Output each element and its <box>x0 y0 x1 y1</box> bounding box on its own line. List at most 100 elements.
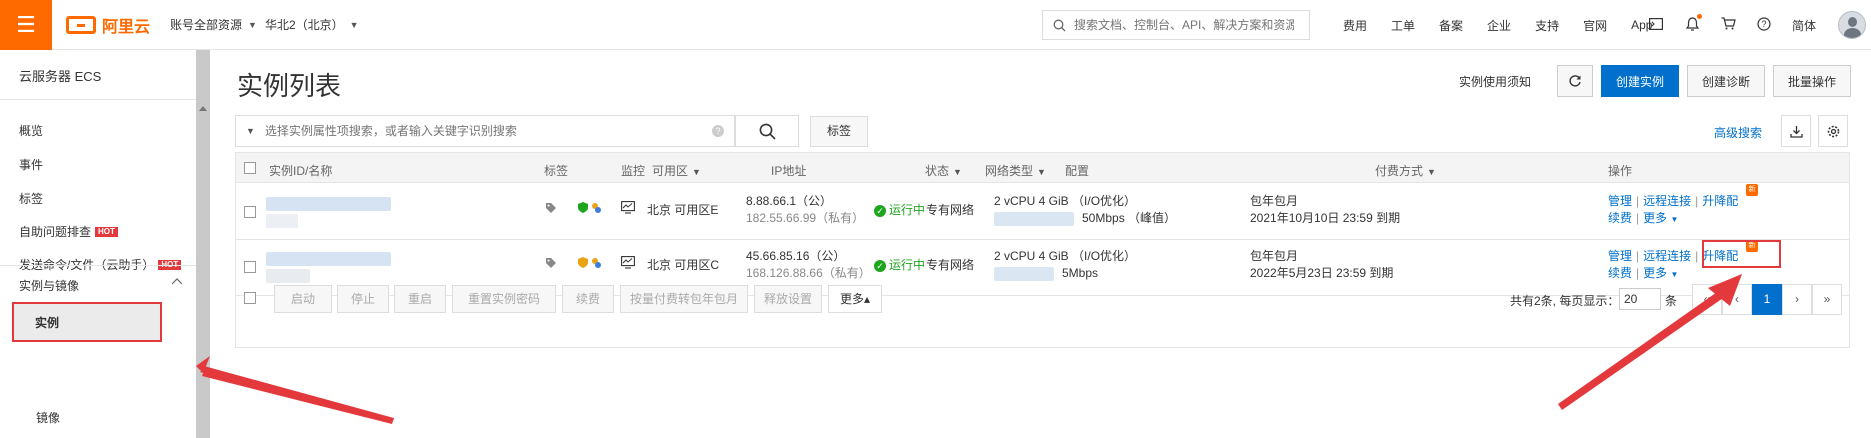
help-icon[interactable]: ? <box>1756 16 1772 34</box>
reset-password-button[interactable]: 重置实例密码 <box>452 285 556 313</box>
terminal-icon[interactable] <box>1648 17 1664 33</box>
expire-text: 2021年10月10日 23:59 到期 <box>1250 211 1401 225</box>
annotation-arrow-left-shaft <box>200 366 394 424</box>
region-select[interactable]: 华北2（北京） ▼ <box>265 16 359 33</box>
annotation-highlight-box <box>1702 240 1781 268</box>
redacted-block <box>266 213 298 228</box>
remote-connect-link[interactable]: 远程连接 <box>1643 249 1691 263</box>
sidebar-item-troubleshoot[interactable]: 自助问题排查 HOT <box>19 223 118 240</box>
check-circle-icon: ✓ <box>874 205 886 217</box>
row-actions-secondary: 续费 | 更多 ▼ <box>1608 210 1678 228</box>
sidebar-item-tags[interactable]: 标签 <box>19 190 43 207</box>
more-actions-button[interactable]: 更多▴ <box>828 285 882 313</box>
manage-link[interactable]: 管理 <box>1608 249 1632 263</box>
top-link-ticket[interactable]: 工单 <box>1391 17 1415 34</box>
row-checkbox[interactable] <box>244 206 256 218</box>
search-button[interactable] <box>735 115 799 147</box>
table-header: 实例ID/名称 标签 监控 可用区 ▼ IP地址 状态 ▼ 网络类型 ▼ 配置 付费方… <box>236 153 1849 183</box>
top-link-billing[interactable]: 费用 <box>1343 17 1367 34</box>
billing-text: 包年包月 <box>1250 194 1299 208</box>
remote-connect-link[interactable]: 远程连接 <box>1643 194 1691 208</box>
sidebar-scrollbar[interactable] <box>196 50 210 438</box>
usage-notice-link[interactable]: 实例使用须知 <box>1459 73 1531 90</box>
advanced-search-link[interactable]: 高级搜索 <box>1714 124 1762 141</box>
instance-filter-input[interactable] <box>264 124 712 138</box>
batch-operation-button[interactable]: 批量操作 <box>1772 65 1851 97</box>
monitor-icon[interactable] <box>621 201 635 219</box>
instance-name-redacted <box>266 212 298 229</box>
page-size-select[interactable]: 20 <box>1619 288 1661 310</box>
sidebar-item-instances[interactable]: 实例 <box>12 302 162 342</box>
release-settings-button[interactable]: 释放设置 <box>754 285 822 313</box>
top-link-website[interactable]: 官网 <box>1583 17 1607 34</box>
global-search-input[interactable] <box>1074 18 1294 32</box>
first-page-button[interactable]: « <box>1692 284 1722 315</box>
select-all-checkbox[interactable] <box>244 162 256 174</box>
spec-text: 2 vCPU 4 GiB （I/O优化） <box>994 194 1137 208</box>
separator: | <box>1636 249 1640 263</box>
logo[interactable]: 阿里云 <box>66 13 150 37</box>
column-header-label: 网络类型 <box>985 164 1034 178</box>
column-header-tags: 标签 <box>544 164 569 178</box>
column-header-network[interactable]: 网络类型 ▼ <box>985 162 1046 179</box>
security-status-icon[interactable] <box>577 201 603 219</box>
caret-down-icon: ▼ <box>1670 215 1679 224</box>
refresh-button[interactable] <box>1556 65 1593 97</box>
bell-icon[interactable] <box>1684 13 1702 34</box>
more-link[interactable]: 更多 ▼ <box>1643 211 1678 225</box>
column-header-status[interactable]: 状态 ▼ <box>925 162 962 179</box>
manage-link[interactable]: 管理 <box>1608 194 1632 208</box>
table-footer: 启动 停止 重启 重置实例密码 续费 按量付费转包年包月 释放设置 更多▴ 共有… <box>236 267 1849 349</box>
upgrade-downgrade-link[interactable]: 升降配 <box>1702 194 1738 208</box>
top-link-support[interactable]: 支持 <box>1535 17 1559 34</box>
select-all-checkbox-footer[interactable] <box>244 292 256 304</box>
cart-icon[interactable] <box>1720 17 1736 33</box>
start-button[interactable]: 启动 <box>274 285 332 313</box>
tag-filter-button[interactable]: 标签 <box>810 116 868 147</box>
hot-badge: HOT <box>95 226 118 237</box>
svg-text:?: ? <box>1761 19 1766 29</box>
sidebar-item-label: 标签 <box>19 192 44 206</box>
stop-button[interactable]: 停止 <box>337 285 389 313</box>
top-link-icp[interactable]: 备案 <box>1439 17 1463 34</box>
create-diagnosis-button[interactable]: 创建诊断 <box>1686 65 1765 97</box>
tag-icon[interactable] <box>545 202 557 219</box>
hamburger-icon[interactable]: ☰ <box>0 0 52 50</box>
column-header-ip: IP地址 <box>771 164 807 178</box>
language-switch[interactable]: 简体 <box>1792 17 1816 34</box>
caret-down-icon: ▼ <box>1037 167 1046 177</box>
column-header-billing[interactable]: 付费方式 ▼ <box>1375 162 1436 179</box>
page-1-button[interactable]: 1 <box>1752 284 1782 315</box>
caret-down-icon[interactable]: ▼ <box>246 126 255 136</box>
ip-public-text: 45.66.85.16（公） <box>746 249 846 263</box>
column-header-zone[interactable]: 可用区 ▼ <box>652 162 701 179</box>
prev-page-button[interactable]: ‹ <box>1722 284 1752 315</box>
download-button[interactable] <box>1781 115 1811 147</box>
column-header-actions: 操作 <box>1608 164 1633 178</box>
refresh-icon <box>1569 75 1581 87</box>
sidebar-item-events[interactable]: 事件 <box>19 156 43 173</box>
instance-id-redacted[interactable] <box>266 195 391 212</box>
bandwidth-text: 50Mbps （峰值） <box>994 210 1176 227</box>
spec-text: 2 vCPU 4 GiB （I/O优化） <box>994 249 1137 263</box>
renew-link[interactable]: 续费 <box>1608 211 1632 225</box>
help-circle-icon[interactable]: ? <box>712 125 724 137</box>
instance-id-redacted[interactable] <box>266 250 391 267</box>
account-scope-label: 账号全部资源 <box>170 18 243 32</box>
chevron-up-icon <box>171 278 183 285</box>
restart-button[interactable]: 重启 <box>394 285 446 313</box>
create-instance-button[interactable]: 创建实例 <box>1600 65 1679 97</box>
sidebar-section-instances-images[interactable]: 实例与镜像 <box>19 277 183 294</box>
convert-billing-button[interactable]: 按量付费转包年包月 <box>620 285 748 313</box>
avatar[interactable] <box>1838 11 1867 39</box>
account-scope-select[interactable]: 账号全部资源 ▼ <box>170 16 257 33</box>
last-page-button[interactable]: » <box>1812 284 1842 315</box>
next-page-button[interactable]: › <box>1782 284 1812 315</box>
sidebar-item-images[interactable]: 镜像 <box>36 409 60 426</box>
sidebar-item-overview[interactable]: 概览 <box>19 122 43 139</box>
column-header-label: 状态 <box>925 164 950 178</box>
redacted-block <box>994 211 1074 226</box>
top-link-enterprise[interactable]: 企业 <box>1487 17 1511 34</box>
renew-button[interactable]: 续费 <box>562 285 614 313</box>
settings-button[interactable] <box>1818 115 1848 147</box>
